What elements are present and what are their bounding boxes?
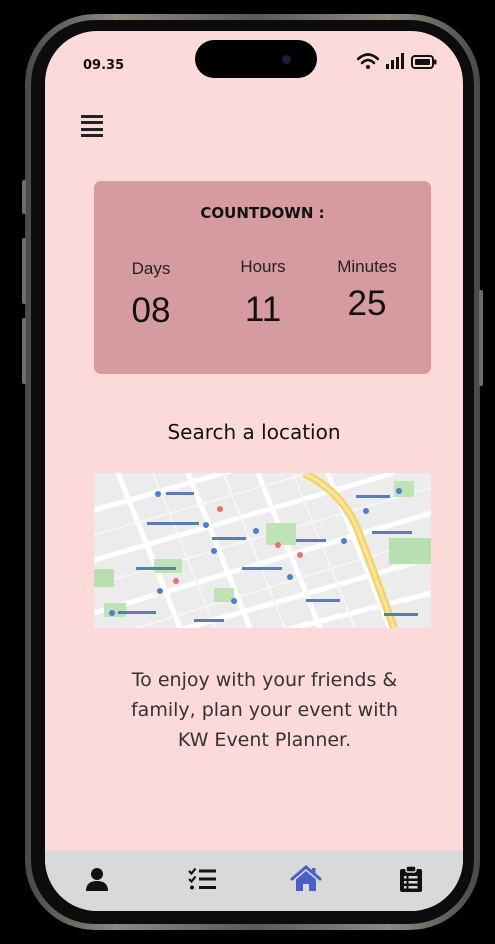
hours-label: Hours [240, 257, 286, 276]
mute-switch [22, 180, 26, 214]
wifi-icon [357, 53, 379, 69]
status-time: 09.35 [83, 58, 125, 73]
battery-icon [411, 55, 437, 69]
app-screen: 09.35 COUNTDOWN : Days 08 Hours 11 Minut… [45, 31, 463, 911]
tab-profile[interactable] [77, 859, 117, 899]
volume-down-button [22, 318, 26, 384]
countdown-minutes: Minutes 25 [322, 257, 412, 324]
user-icon [86, 868, 109, 891]
countdown-card: COUNTDOWN : Days 08 Hours 11 Minutes 25 [94, 181, 431, 374]
bottom-tab-bar [45, 851, 463, 911]
event-planner-description: To enjoy with your friends & family, pla… [130, 669, 398, 751]
minutes-value: 25 [347, 284, 387, 323]
tab-task-list[interactable] [182, 859, 222, 899]
signal-icon [386, 53, 404, 69]
search-location-heading[interactable]: Search a location [45, 420, 463, 444]
home-icon [290, 865, 322, 891]
task-list-icon [187, 867, 216, 890]
clipboard-icon [399, 865, 422, 892]
camera-icon [282, 55, 291, 64]
status-icons [357, 53, 437, 69]
countdown-days: Days 08 [106, 257, 196, 331]
map-graphic [94, 473, 431, 628]
countdown-title: COUNTDOWN : [200, 204, 325, 222]
volume-up-button [22, 238, 26, 304]
hamburger-menu-icon[interactable] [81, 115, 103, 137]
location-map[interactable] [94, 473, 431, 628]
tab-home[interactable] [286, 859, 326, 899]
minutes-label: Minutes [337, 257, 397, 276]
dynamic-island [195, 40, 317, 78]
days-label: Days [131, 259, 171, 278]
tab-clipboard[interactable] [391, 859, 431, 899]
hours-value: 11 [244, 290, 282, 329]
countdown-hours: Hours 11 [218, 257, 308, 330]
days-value: 08 [131, 291, 171, 330]
power-button [479, 290, 483, 386]
